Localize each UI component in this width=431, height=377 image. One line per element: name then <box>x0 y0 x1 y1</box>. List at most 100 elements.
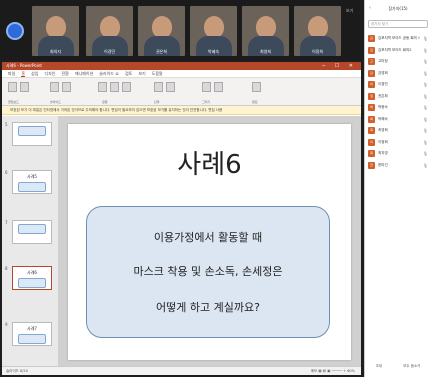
slide-thumbnail-selected[interactable]: 사례6 <box>12 266 52 290</box>
slide-thumbnail[interactable] <box>12 220 52 244</box>
tab-transitions[interactable]: 전환 <box>61 70 68 77</box>
list-item[interactable]: 강 강영희 🎙 <box>365 68 431 80</box>
list-item[interactable]: 박 박종숙 🎙 <box>365 102 431 114</box>
find-icon[interactable] <box>252 82 261 92</box>
current-slide[interactable]: 사례6 이용가정에서 활동할 때 마스크 착용 및 손소독, 손세정은 어떻게 … <box>68 124 351 360</box>
participant-name: 최지영 <box>378 151 388 156</box>
slide-content-box[interactable]: 이용가정에서 활동할 때 마스크 착용 및 손소독, 손세정은 어떻게 하고 계… <box>86 206 330 338</box>
thumb-number: 8 <box>5 266 8 271</box>
participant-list: 김 김포지역 보이드 공동 회의 사 🎙 김 김포지역 보이드 회의2 🎙 고 고미정 🎙 … <box>365 33 431 171</box>
avatar: 고 <box>368 58 375 66</box>
tab-design[interactable]: 디자인 <box>44 70 55 77</box>
shapes-icon[interactable] <box>202 82 211 92</box>
slide-thumbnail[interactable]: 사례5 <box>12 170 52 194</box>
arrange-icon[interactable] <box>214 82 223 92</box>
mic-icon: 🎙 <box>422 47 428 53</box>
list-item[interactable]: 고 고미정 🎙 <box>365 56 431 68</box>
slide-title[interactable]: 사례6 <box>68 144 351 181</box>
layout-icon[interactable] <box>62 82 71 92</box>
zoom-controls[interactable]: 메모 ▦ ▤ ▣ ───── + 60% <box>311 367 355 376</box>
slide-thumbnail[interactable] <box>12 122 52 146</box>
participant-name: 강영희 <box>378 70 388 75</box>
list-item[interactable]: 권 권은희 🎙 <box>365 91 431 103</box>
tab-file[interactable]: 파일 <box>8 70 15 77</box>
underline-icon[interactable] <box>122 82 131 92</box>
list-item[interactable]: 이 이정희 🎙 <box>365 137 431 149</box>
view-toggle[interactable]: 보기 <box>346 8 353 14</box>
mute-all-button[interactable]: 모두 음소거 <box>403 364 420 369</box>
list-item[interactable]: 김 김포지역 보이드 회의2 🎙 <box>365 45 431 57</box>
participant-name: 박혜숙 <box>378 116 388 121</box>
tab-slideshow[interactable]: 슬라이드 쇼 <box>99 70 119 77</box>
self-avatar[interactable] <box>6 22 24 40</box>
avatar: 권 <box>368 92 375 100</box>
new-slide-icon[interactable] <box>50 82 59 92</box>
cut-icon[interactable] <box>20 82 29 92</box>
list-item[interactable]: 최 최지영 🎙 <box>365 148 431 160</box>
ppt-title: 사례6 - PowerPoint <box>6 63 42 68</box>
mic-icon: 🎙 <box>422 82 428 87</box>
list-item[interactable]: 박 박혜숙 🎙 <box>365 114 431 126</box>
list-item[interactable]: 한 한미선 🎙 <box>365 160 431 172</box>
status-bar: 슬라이드 8/20 메모 ▦ ▤ ▣ ───── + 60% <box>2 366 361 375</box>
list-item[interactable]: 이 이경민 🎙 <box>365 79 431 91</box>
participant-search-input[interactable]: 참가자 찾기 <box>368 20 428 28</box>
chevron-left-icon[interactable]: ‹ <box>369 5 371 11</box>
slide-thumbnail[interactable]: 사례7 <box>12 322 52 346</box>
slide-counter: 슬라이드 8/20 <box>6 369 28 373</box>
video-tile[interactable]: 박혜숙 <box>190 6 237 56</box>
slide-line: 마스크 착용 및 손소독, 손세정은 <box>133 265 283 278</box>
paste-icon[interactable] <box>8 82 17 92</box>
slide-thumbnails: 5 6 사례5 7 8 사례6 9 사례7 <box>2 116 58 366</box>
align-icon[interactable] <box>154 82 163 92</box>
video-tile[interactable]: 이정희 <box>294 6 341 56</box>
protected-view-bar[interactable]: 보호된 보기 이 파일은 인터넷에서 가져온 것이므로 주의해야 합니다. 편집… <box>2 106 361 115</box>
ribbon: 클립보드 슬라이드 글꼴 단락 그리기 편집 <box>2 78 361 106</box>
video-tile-name: 권은희 <box>155 49 168 54</box>
ribbon-group-label: 단락 <box>154 100 160 104</box>
avatar: 박 <box>368 104 375 112</box>
ppt-title-bar: 사례6 - PowerPoint ─ ☐ ✕ <box>2 62 361 70</box>
slide-editor: 사례6 이용가정에서 활동할 때 마스크 착용 및 손소독, 손세정은 어떻게 … <box>58 116 361 366</box>
video-tile[interactable]: 권은희 <box>138 6 185 56</box>
invite-button[interactable]: 초대 <box>376 364 382 369</box>
list-item[interactable]: 최 최영희 🎙 <box>365 125 431 137</box>
ribbon-group-label: 글꼴 <box>102 100 108 104</box>
avatar: 한 <box>368 161 375 169</box>
window-controls[interactable]: ─ ☐ ✕ <box>322 62 357 70</box>
tab-insert[interactable]: 삽입 <box>31 70 38 77</box>
mic-icon: 🎙 <box>422 162 428 168</box>
ribbon-group-label: 슬라이드 <box>50 100 62 104</box>
participant-name: 권은희 <box>378 93 388 98</box>
thumb-number: 9 <box>5 322 8 327</box>
avatar: 최 <box>368 150 375 158</box>
italic-icon[interactable] <box>110 82 119 92</box>
tab-help[interactable]: 도움말 <box>152 70 163 77</box>
list-item[interactable]: 김 김포지역 보이드 공동 회의 사 🎙 <box>365 33 431 45</box>
video-tile[interactable]: 회의자 <box>32 6 79 56</box>
panel-footer: 초대 모두 음소거 <box>365 364 431 369</box>
avatar: 이 <box>368 138 375 146</box>
panel-title: 참가자(15) <box>388 6 408 11</box>
powerpoint-window: 사례6 - PowerPoint ─ ☐ ✕ 파일 홈 삽입 디자인 전환 애니… <box>2 62 361 375</box>
mic-icon: 🎙 <box>422 151 428 156</box>
tab-home[interactable]: 홈 <box>21 70 26 77</box>
avatar: 김 <box>368 46 375 54</box>
tab-review[interactable]: 검토 <box>125 70 132 77</box>
video-tile[interactable]: 이경민 <box>86 6 133 56</box>
participant-name: 이정희 <box>378 139 388 144</box>
slide-line: 어떻게 하고 계실까요? <box>156 301 260 314</box>
video-tile[interactable]: 최영희 <box>242 6 289 56</box>
bold-icon[interactable] <box>98 82 107 92</box>
slide-line: 이용가정에서 활동할 때 <box>153 231 263 244</box>
desktop: 회의자 이경민 권은희 박혜숙 최영희 이정희 보기 사례6 - PowerPo… <box>0 0 431 377</box>
ribbon-group-label: 클립보드 <box>8 100 20 104</box>
thumb-title: 사례7 <box>27 326 37 331</box>
ribbon-tabs: 파일 홈 삽입 디자인 전환 애니메이션 슬라이드 쇼 검토 보기 도움말 <box>2 70 361 78</box>
tab-view[interactable]: 보기 <box>138 70 145 77</box>
avatar: 김 <box>368 35 375 43</box>
tab-animations[interactable]: 애니메이션 <box>75 70 93 77</box>
participant-name: 김포지역 보이드 공동 회의 사 <box>378 36 420 41</box>
mic-icon: 🎙 <box>422 105 428 110</box>
bullets-icon[interactable] <box>166 82 175 92</box>
